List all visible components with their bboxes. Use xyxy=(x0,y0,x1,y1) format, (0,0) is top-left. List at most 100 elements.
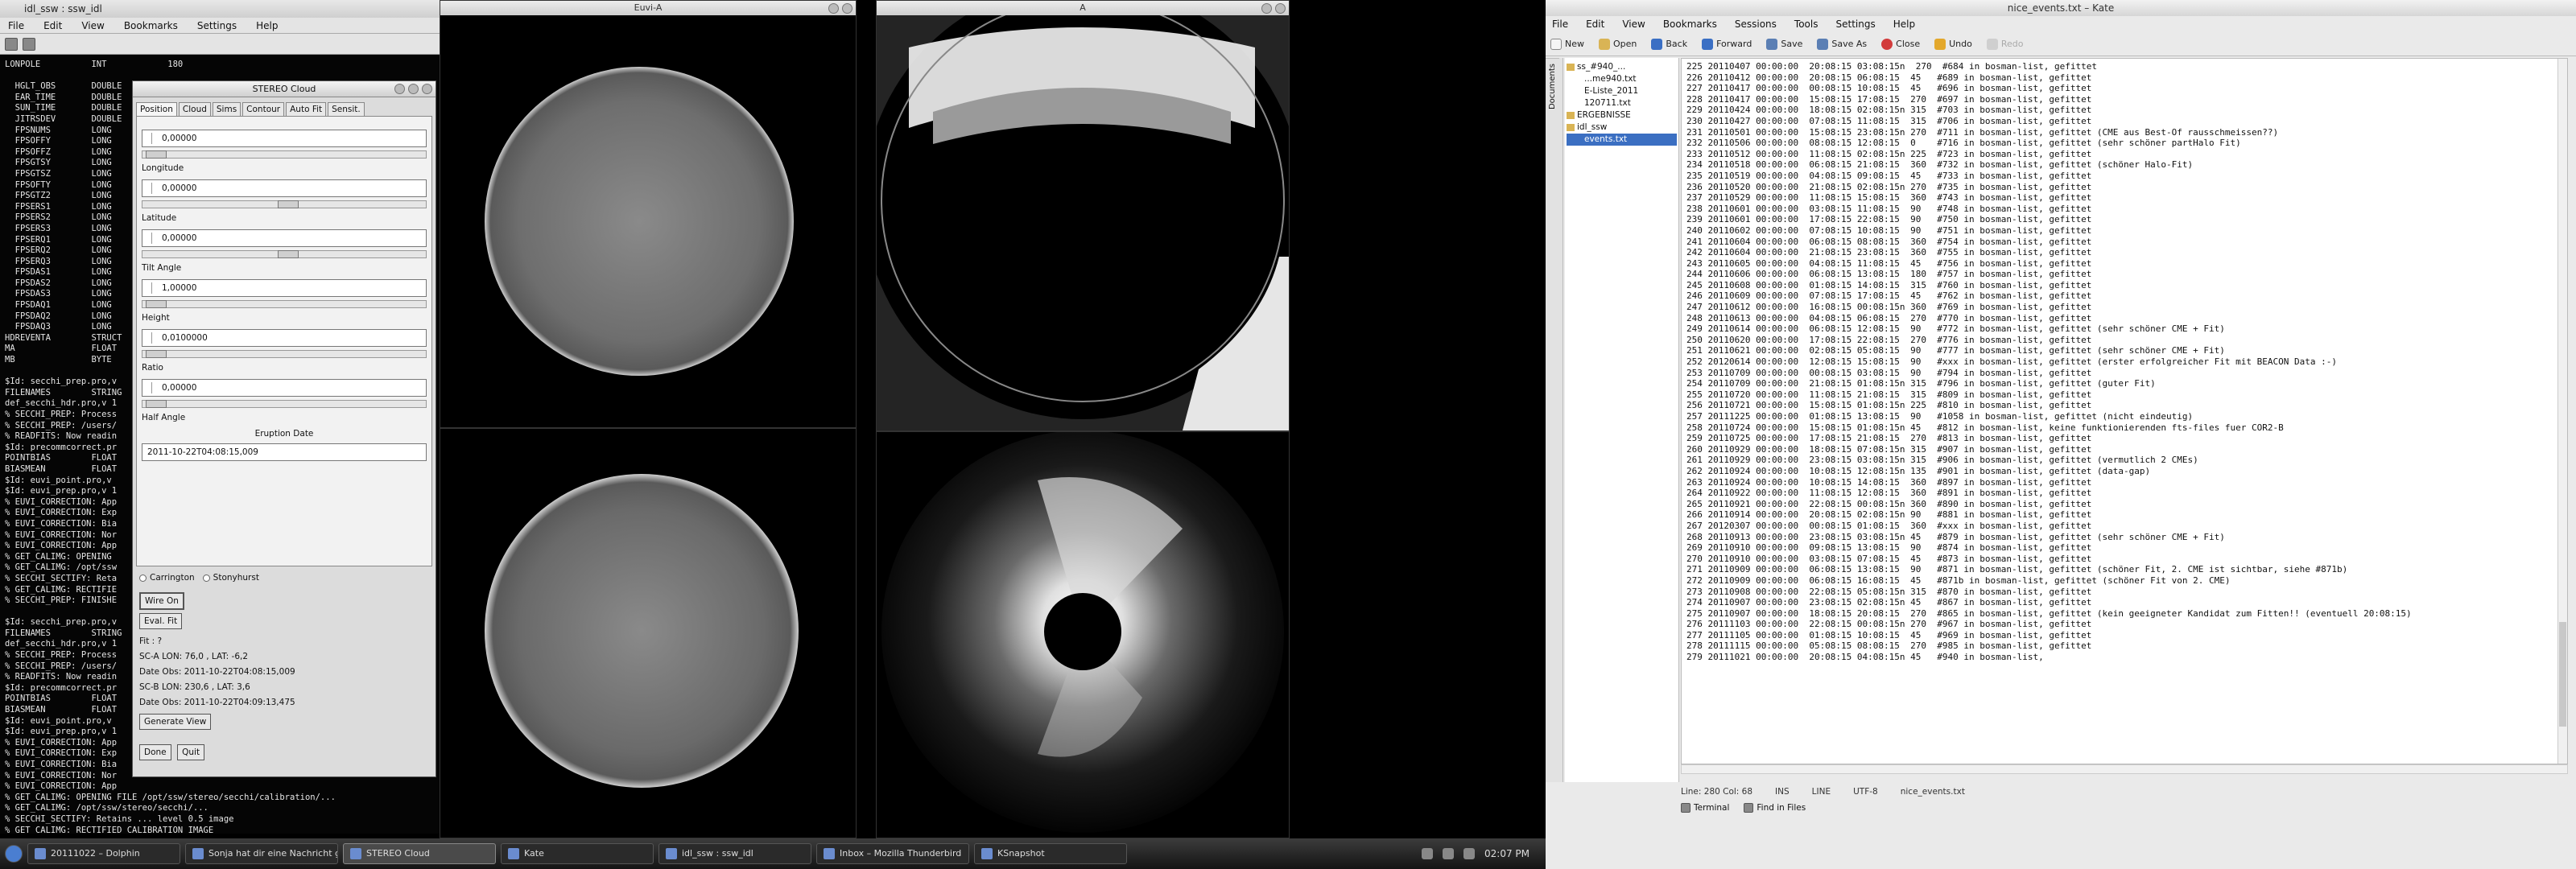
height-slider[interactable] xyxy=(142,300,427,308)
selection-mode[interactable]: LINE xyxy=(1812,787,1831,797)
menu-edit[interactable]: Edit xyxy=(43,18,62,33)
menu-sessions[interactable]: Sessions xyxy=(1735,16,1777,32)
task-message[interactable]: Sonja hat dir eine Nachricht ge... xyxy=(185,843,338,864)
open-button[interactable]: Open xyxy=(1599,38,1637,50)
tree-item[interactable]: ss_#940_... xyxy=(1567,61,1677,73)
menu-settings[interactable]: Settings xyxy=(197,18,237,33)
latitude-field[interactable]: 0,00000 xyxy=(142,179,427,197)
tab-sims[interactable]: Sims xyxy=(212,102,242,116)
half-angle-slider[interactable] xyxy=(142,400,427,408)
task-stereo-cloud[interactable]: STEREO Cloud xyxy=(343,843,496,864)
cor2-a-title-bar[interactable]: A xyxy=(877,1,1289,15)
longitude-slider[interactable] xyxy=(142,150,427,159)
idl-title-bar[interactable]: idl_ssw : ssw_idl xyxy=(0,0,440,18)
cloud-title-bar[interactable]: STEREO Cloud xyxy=(133,81,436,97)
cor2-b-image[interactable] xyxy=(877,432,1289,838)
task-ksnapshot[interactable]: KSnapshot xyxy=(974,843,1127,864)
save-button[interactable]: Save xyxy=(1766,38,1802,50)
scrollbar-thumb[interactable] xyxy=(2559,622,2566,727)
terminal-tab[interactable]: Terminal xyxy=(1681,803,1729,813)
task-thunderbird[interactable]: Inbox – Mozilla Thunderbird xyxy=(816,843,969,864)
tree-item-selected[interactable]: events.txt xyxy=(1567,134,1677,146)
editor-line: 270 20110910 00:00:00 03:08:15 07:08:15 … xyxy=(1686,553,2092,564)
undo-button[interactable]: Undo xyxy=(1934,38,1972,50)
tab-cloud[interactable]: Cloud xyxy=(178,102,211,116)
horizontal-scrollbar[interactable] xyxy=(1681,764,2568,774)
find-in-files-tab[interactable]: Find in Files xyxy=(1744,803,1806,813)
close-icon[interactable] xyxy=(842,3,852,14)
menu-file[interactable]: File xyxy=(8,18,24,33)
close-icon[interactable] xyxy=(1275,3,1286,14)
tilt-angle-field[interactable]: 0,00000 xyxy=(142,229,427,247)
back-button[interactable]: Back xyxy=(1651,38,1687,50)
volume-icon[interactable] xyxy=(1422,848,1433,859)
wire-on-button[interactable]: Wire On xyxy=(139,592,184,610)
eruption-date-input[interactable]: 2011-10-22T04:08:15,009 xyxy=(142,443,427,461)
latitude-slider[interactable] xyxy=(142,200,427,208)
task-dolphin[interactable]: 20111022 – Dolphin xyxy=(27,843,180,864)
clock[interactable]: 02:07 PM xyxy=(1484,848,1530,859)
notifications-icon[interactable] xyxy=(1463,848,1475,859)
half-angle-field[interactable]: 0,00000 xyxy=(142,379,427,397)
save-as-button[interactable]: Save As xyxy=(1817,38,1867,50)
insert-mode[interactable]: INS xyxy=(1775,787,1790,797)
tree-item[interactable]: ERGEBNISSE xyxy=(1567,109,1677,121)
forward-button[interactable]: Forward xyxy=(1702,38,1752,50)
menu-help[interactable]: Help xyxy=(256,18,278,33)
kate-title-bar[interactable]: nice_events.txt – Kate xyxy=(1546,0,2576,16)
network-icon[interactable] xyxy=(1443,848,1454,859)
height-field[interactable]: 1,00000 xyxy=(142,279,427,297)
editor-line: 241 20110604 00:00:00 06:08:15 08:08:15 … xyxy=(1686,236,2092,247)
radio-carrington[interactable]: Carrington xyxy=(139,573,195,583)
tab-sensit[interactable]: Sensit. xyxy=(328,102,365,116)
redo-button[interactable]: Redo xyxy=(1986,38,2024,50)
close-button[interactable]: Close xyxy=(1881,38,1920,50)
tab-contour[interactable]: Contour xyxy=(242,102,285,116)
menu-tools[interactable]: Tools xyxy=(1794,16,1818,32)
tree-item[interactable]: 120711.txt xyxy=(1567,97,1677,109)
tab-auto-fit[interactable]: Auto Fit xyxy=(286,102,327,116)
vertical-scrollbar[interactable] xyxy=(2557,59,2567,764)
euvi-a-sun-image[interactable] xyxy=(485,67,794,376)
task-kate[interactable]: Kate xyxy=(501,843,654,864)
generate-view-button[interactable]: Generate View xyxy=(139,714,212,730)
done-button[interactable]: Done xyxy=(139,744,171,760)
menu-help[interactable]: Help xyxy=(1893,16,1915,32)
euvi-a-title-bar[interactable]: Euvi-A xyxy=(440,1,856,15)
eval-fit-button[interactable]: Eval. Fit xyxy=(139,613,183,629)
encoding[interactable]: UTF-8 xyxy=(1853,787,1878,797)
menu-bookmarks[interactable]: Bookmarks xyxy=(1663,16,1717,32)
menu-settings[interactable]: Settings xyxy=(1835,16,1875,32)
tilt-angle-slider[interactable] xyxy=(142,250,427,258)
documents-side-tab[interactable]: Documents xyxy=(1546,58,1559,115)
paste-icon[interactable] xyxy=(23,37,35,51)
cor2-a-image[interactable] xyxy=(877,15,1289,430)
close-icon[interactable] xyxy=(422,84,432,94)
minimize-icon[interactable] xyxy=(828,3,839,14)
menu-file[interactable]: File xyxy=(1552,16,1568,32)
app-launcher-icon[interactable] xyxy=(5,845,23,863)
menu-view[interactable]: View xyxy=(81,18,104,33)
longitude-field[interactable]: 0,00000 xyxy=(142,130,427,147)
menu-bookmarks[interactable]: Bookmarks xyxy=(124,18,178,33)
minimize-icon[interactable] xyxy=(394,84,405,94)
tree-item[interactable]: idl_ssw xyxy=(1567,121,1677,134)
kate-bottom-tabs: Terminal Find in Files xyxy=(1674,803,1806,813)
quit-button[interactable]: Quit xyxy=(177,744,205,760)
editor-content[interactable]: 225 20110407 00:00:00 20:08:15 03:08:15n… xyxy=(1682,59,2567,665)
ratio-field[interactable]: 0,0100000 xyxy=(142,329,427,347)
task-idl[interactable]: idl_ssw : ssw_idl xyxy=(658,843,811,864)
radio-stonyhurst[interactable]: Stonyhurst xyxy=(202,573,259,583)
menu-view[interactable]: View xyxy=(1622,16,1645,32)
text-editor-area[interactable]: 225 20110407 00:00:00 20:08:15 03:08:15n… xyxy=(1681,58,2568,764)
ratio-slider[interactable] xyxy=(142,350,427,358)
maximize-icon[interactable] xyxy=(408,84,419,94)
tree-item[interactable]: ...me940.txt xyxy=(1567,73,1677,85)
tree-item[interactable]: E-Liste_2011 xyxy=(1567,85,1677,97)
new-tab-icon[interactable] xyxy=(5,37,18,51)
tab-position[interactable]: Position xyxy=(136,102,177,116)
new-button[interactable]: New xyxy=(1550,38,1584,50)
euvi-b-sun-image[interactable] xyxy=(485,474,799,788)
menu-edit[interactable]: Edit xyxy=(1586,16,1604,32)
minimize-icon[interactable] xyxy=(1261,3,1272,14)
